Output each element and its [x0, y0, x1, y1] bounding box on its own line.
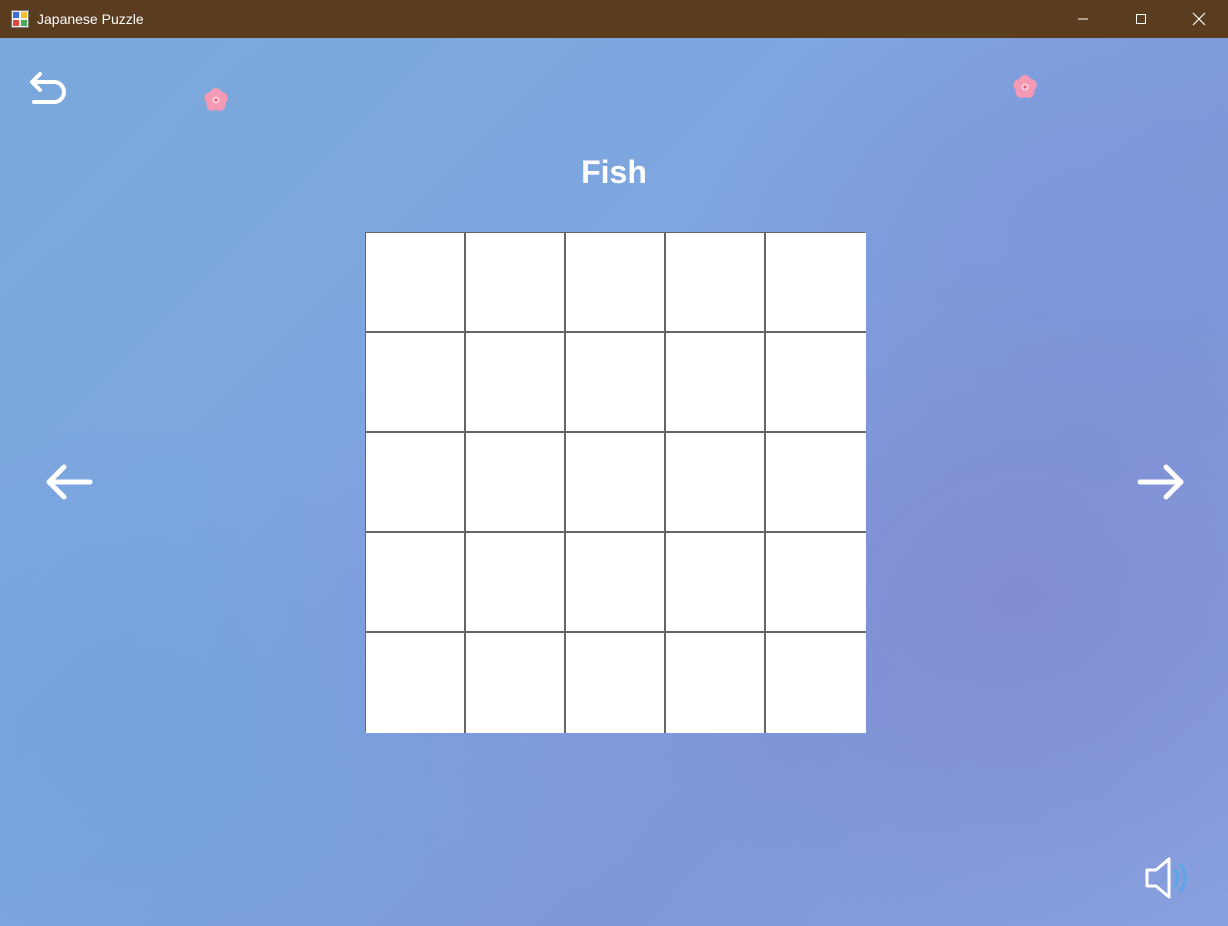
title-bar[interactable]: Japanese Puzzle	[0, 0, 1228, 38]
grid-cell[interactable]	[466, 233, 566, 333]
close-icon	[1192, 12, 1206, 26]
grid-cell[interactable]	[666, 533, 766, 633]
cherry-blossom-icon	[1013, 75, 1037, 98]
grid-cell[interactable]	[566, 433, 666, 533]
arrow-right-icon[interactable]	[1136, 462, 1186, 502]
speaker-icon[interactable]	[1142, 855, 1194, 901]
maximize-button[interactable]	[1112, 0, 1170, 38]
grid-cell[interactable]	[466, 633, 566, 733]
window-title: Japanese Puzzle	[37, 11, 144, 27]
grid-cell[interactable]	[366, 433, 466, 533]
grid-cell[interactable]	[466, 433, 566, 533]
grid-cell[interactable]	[366, 633, 466, 733]
grid-cell[interactable]	[566, 333, 666, 433]
arrow-left-icon[interactable]	[44, 462, 94, 502]
undo-arrow-icon[interactable]	[28, 70, 70, 110]
grid-cell[interactable]	[566, 633, 666, 733]
cherry-blossom-icon	[204, 88, 228, 111]
grid-cell[interactable]	[766, 633, 866, 733]
grid-cell[interactable]	[766, 233, 866, 333]
grid-cell[interactable]	[366, 233, 466, 333]
grid-cell[interactable]	[366, 333, 466, 433]
grid-cell[interactable]	[666, 333, 766, 433]
minimize-button[interactable]	[1054, 0, 1112, 38]
puzzle-grid	[365, 232, 866, 733]
grid-cell[interactable]	[566, 533, 666, 633]
maximize-icon	[1136, 14, 1146, 24]
game-area: Fish	[0, 38, 1228, 926]
grid-cell[interactable]	[566, 233, 666, 333]
grid-cell[interactable]	[466, 333, 566, 433]
grid-cell[interactable]	[666, 233, 766, 333]
grid-cell[interactable]	[466, 533, 566, 633]
grid-cell[interactable]	[766, 433, 866, 533]
grid-cell[interactable]	[766, 333, 866, 433]
close-button[interactable]	[1170, 0, 1228, 38]
grid-cell[interactable]	[366, 533, 466, 633]
puzzle-title: Fish	[581, 154, 647, 190]
app-icon	[11, 10, 29, 28]
grid-cell[interactable]	[666, 633, 766, 733]
minimize-icon	[1078, 18, 1088, 20]
grid-cell[interactable]	[666, 433, 766, 533]
app-window: Japanese Puzzle Fish	[0, 0, 1228, 926]
grid-cell[interactable]	[766, 533, 866, 633]
